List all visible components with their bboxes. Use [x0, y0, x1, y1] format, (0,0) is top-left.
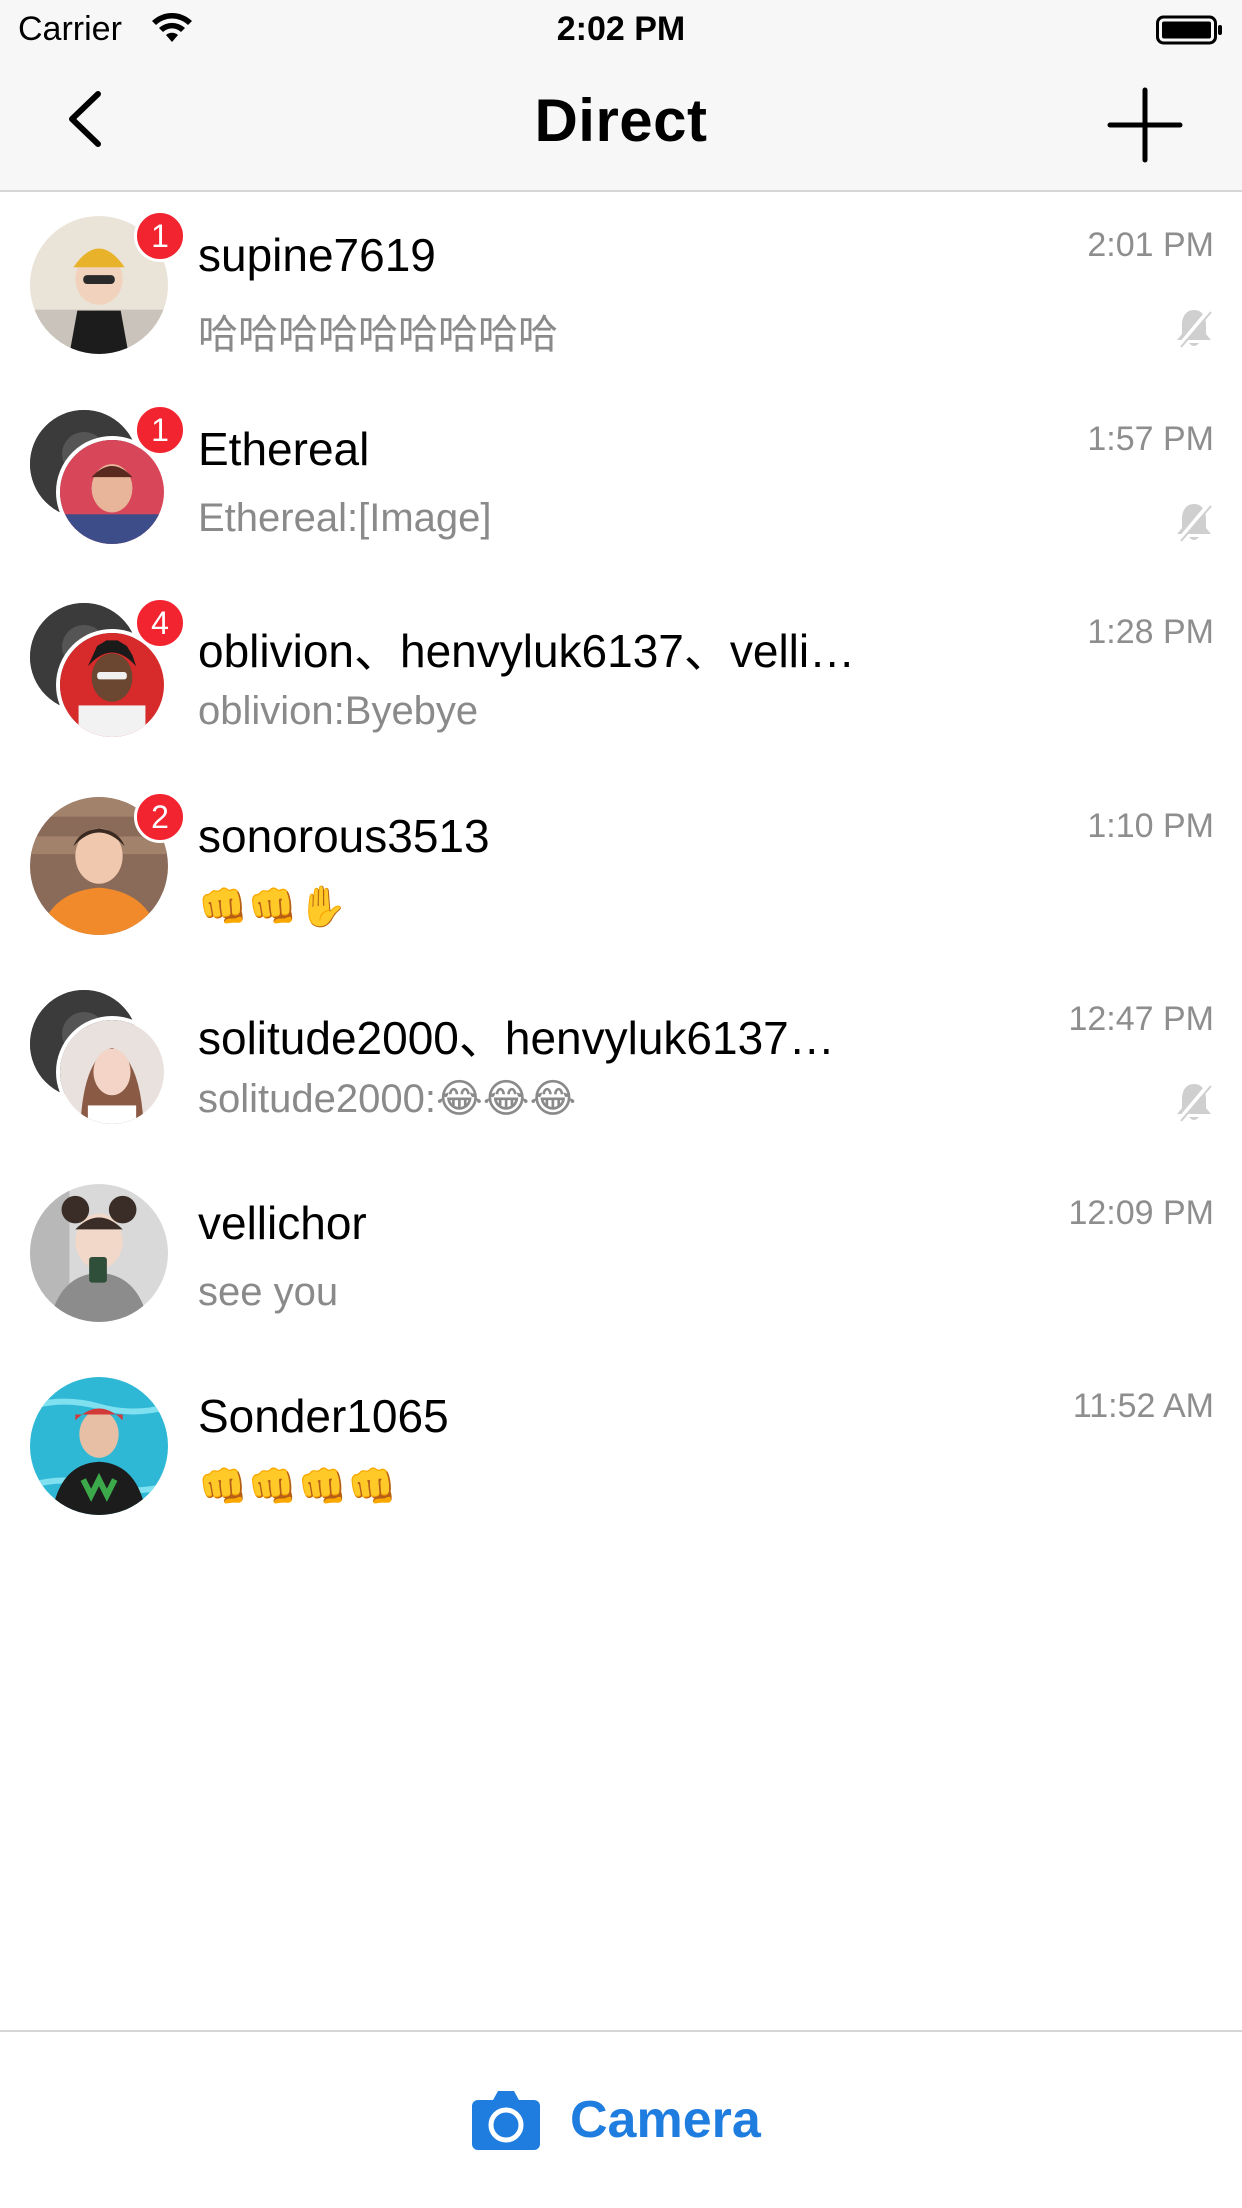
avatar — [30, 1377, 170, 1517]
avatar: 1 — [30, 210, 186, 356]
conversation-name: Sonder1065 — [198, 1390, 449, 1442]
message-time: 2:01 PM — [1087, 226, 1214, 264]
message-time: 12:09 PM — [1068, 1193, 1214, 1232]
conversation-name: Ethereal — [198, 422, 370, 475]
message-preview: solitude2000:😂😂😂 — [198, 1077, 577, 1121]
status-time: 2:02 PM — [556, 10, 686, 48]
conversation-row[interactable]: 4 oblivion、henvyluk6137、velli… oblivion:… — [0, 579, 1242, 773]
message-preview: Ethereal:[Image] — [198, 495, 492, 540]
mute-bell-icon — [1177, 308, 1212, 348]
message-preview: see you — [198, 1269, 339, 1314]
mute-bell-icon — [1177, 502, 1212, 542]
mute-bell-icon — [1177, 1082, 1212, 1122]
status-bar: Carrier 2:02 PM — [0, 0, 1242, 62]
unread-badge: 2 — [134, 790, 186, 843]
avatar-photo — [30, 1377, 168, 1515]
camera-label: Camera — [570, 2091, 761, 2149]
message-time: 1:10 PM — [1087, 806, 1214, 845]
bottom-bar: Camera — [0, 2030, 1242, 2208]
avatar: 2 — [30, 790, 186, 937]
avatar-photo — [56, 1016, 168, 1128]
group-avatar: 4 — [30, 597, 186, 743]
avatar — [30, 1183, 170, 1324]
unread-badge: 4 — [134, 597, 186, 649]
plus-icon[interactable] — [1106, 86, 1184, 164]
navigation-bar: Direct — [0, 62, 1242, 192]
conversation-name: sonorous3513 — [198, 809, 490, 862]
conversation-name: vellichor — [198, 1196, 367, 1249]
conversation-row[interactable]: solitude2000、henvyluk6137… solitude2000:… — [0, 966, 1242, 1160]
group-avatar — [30, 990, 170, 1130]
unread-badge: 1 — [134, 403, 186, 456]
conversation-row[interactable]: 1 Ethereal Ethereal:[Image] 1:57 PM — [0, 386, 1242, 580]
message-preview: 哈哈哈哈哈哈哈哈哈 — [198, 313, 558, 357]
message-preview: 👊👊✋ — [198, 884, 348, 929]
conversation-name: oblivion、henvyluk6137、velli… — [198, 625, 856, 677]
conversation-name: solitude2000、henvyluk6137… — [198, 1012, 835, 1064]
conversation-row[interactable]: 2 sonorous3513 👊👊✋ 1:10 PM — [0, 773, 1242, 967]
group-avatar: 1 — [30, 403, 186, 550]
conversation-row[interactable]: 1 supine7619 哈哈哈哈哈哈哈哈哈 2:01 PM — [0, 192, 1242, 386]
message-time: 1:28 PM — [1087, 613, 1214, 651]
battery-icon — [1156, 15, 1222, 45]
conversation-row[interactable]: vellichor see you 12:09 PM — [0, 1160, 1242, 1354]
page-title: Direct — [534, 87, 708, 154]
unread-badge: 1 — [134, 210, 186, 262]
message-time: 11:52 AM — [1072, 1387, 1214, 1425]
message-time: 12:47 PM — [1068, 1000, 1214, 1038]
conversation-list: 1 supine7619 哈哈哈哈哈哈哈哈哈 2:01 PM 1 Etherea… — [0, 192, 1242, 1547]
message-preview: oblivion:Byebye — [198, 689, 479, 733]
camera-icon — [472, 2091, 540, 2150]
message-preview: 👊👊👊👊 — [198, 1465, 398, 1509]
avatar-photo — [30, 1183, 168, 1322]
camera-button[interactable]: Camera — [470, 2080, 761, 2160]
message-time: 1:57 PM — [1087, 419, 1214, 458]
conversation-name: supine7619 — [198, 229, 436, 281]
conversation-row[interactable]: Sonder1065 👊👊👊👊 11:52 AM — [0, 1353, 1242, 1547]
